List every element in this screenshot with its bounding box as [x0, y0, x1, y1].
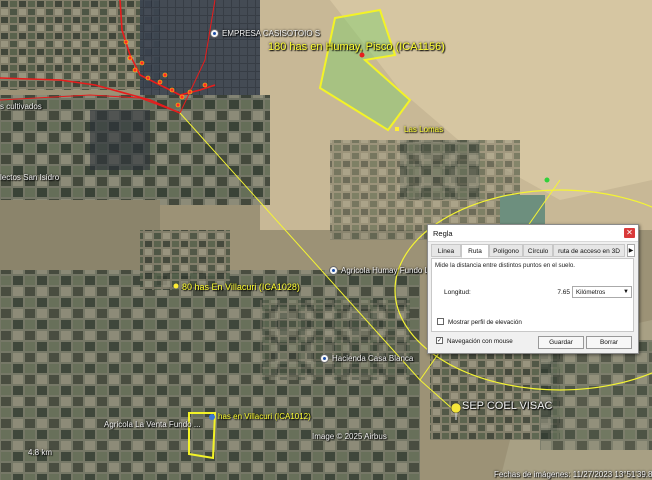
elevation-checkbox[interactable]	[437, 318, 444, 325]
mouse-nav-checkbox[interactable]: ✓	[436, 337, 443, 344]
length-value: 7.65	[557, 289, 570, 296]
ruler-panel: Mide la distancia entre distintos puntos…	[431, 258, 634, 332]
place-pin-icon[interactable]	[210, 29, 219, 38]
ruler-description: Mide la distancia entre distintos puntos…	[435, 262, 575, 269]
label-agricola-humay[interactable]: Agricola Humay Fundo La...	[341, 266, 440, 275]
label-sep-coel[interactable]: SEP COEL VISAC	[462, 400, 552, 412]
tab-linea[interactable]: Línea	[431, 244, 461, 257]
image-credit: Image © 2025 Airbus	[312, 432, 387, 441]
label-humay-pisco[interactable]: 180 has en Humay, Pisco (ICA1156)	[268, 41, 445, 53]
dialog-title: Regla	[433, 229, 453, 238]
save-button[interactable]: Guardar	[538, 336, 584, 349]
status-bar: Fechas de imágenes: 11/27/2023 13°51'39.…	[494, 470, 652, 479]
ruler-dialog[interactable]: Regla ✕ Línea Ruta Polígono Círculo ruta…	[427, 224, 639, 354]
unit-select-value: Kilómetros	[576, 289, 606, 296]
clear-button[interactable]: Borrar	[586, 336, 632, 349]
dialog-titlebar[interactable]: Regla ✕	[428, 225, 638, 242]
label-empresa[interactable]: EMPRESA CASISOTOIO S	[222, 29, 320, 38]
mouse-nav-row[interactable]: ✓ Navegación con mouse	[436, 337, 513, 346]
place-pin-icon[interactable]	[329, 266, 338, 275]
label-villacuri-1012[interactable]: has en Villacuri (ICA1012)	[218, 412, 311, 421]
label-hacienda[interactable]: Hacienda Casa Blanca	[332, 354, 413, 363]
label-las-lomas[interactable]: Las Lomas	[404, 125, 443, 134]
elevation-profile-row[interactable]: Mostrar perfil de elevación	[437, 318, 522, 327]
tab-scroll-right-icon[interactable]: ▶	[627, 244, 635, 257]
chevron-down-icon: ▼	[623, 289, 629, 295]
unit-select[interactable]: Kilómetros ▼	[572, 286, 632, 298]
tab-ruta[interactable]: Ruta	[461, 244, 489, 258]
label-villacuri-1028[interactable]: 80 has En Villacuri (ICA1028)	[182, 282, 300, 292]
length-label: Longitud:	[444, 289, 471, 296]
elevation-label: Mostrar perfil de elevación	[448, 319, 522, 327]
tab-bar: Línea Ruta Polígono Círculo ruta de acce…	[431, 244, 635, 258]
label-agricola-la-venta[interactable]: Agricola La Venta Fundo ...	[104, 420, 201, 429]
place-pin-icon[interactable]	[320, 354, 329, 363]
tab-circulo[interactable]: Círculo	[523, 244, 553, 257]
label-cultivados[interactable]: s cultivados	[0, 102, 42, 111]
tab-poligono[interactable]: Polígono	[489, 244, 523, 257]
mouse-nav-label: Navegación con mouse	[447, 338, 513, 346]
tab-ruta-3d[interactable]: ruta de acceso en 3D	[553, 244, 625, 257]
scale-label: 4.8 km	[28, 448, 53, 457]
label-lecto[interactable]: lectos San Isidro	[0, 173, 59, 182]
close-icon[interactable]: ✕	[624, 228, 635, 238]
